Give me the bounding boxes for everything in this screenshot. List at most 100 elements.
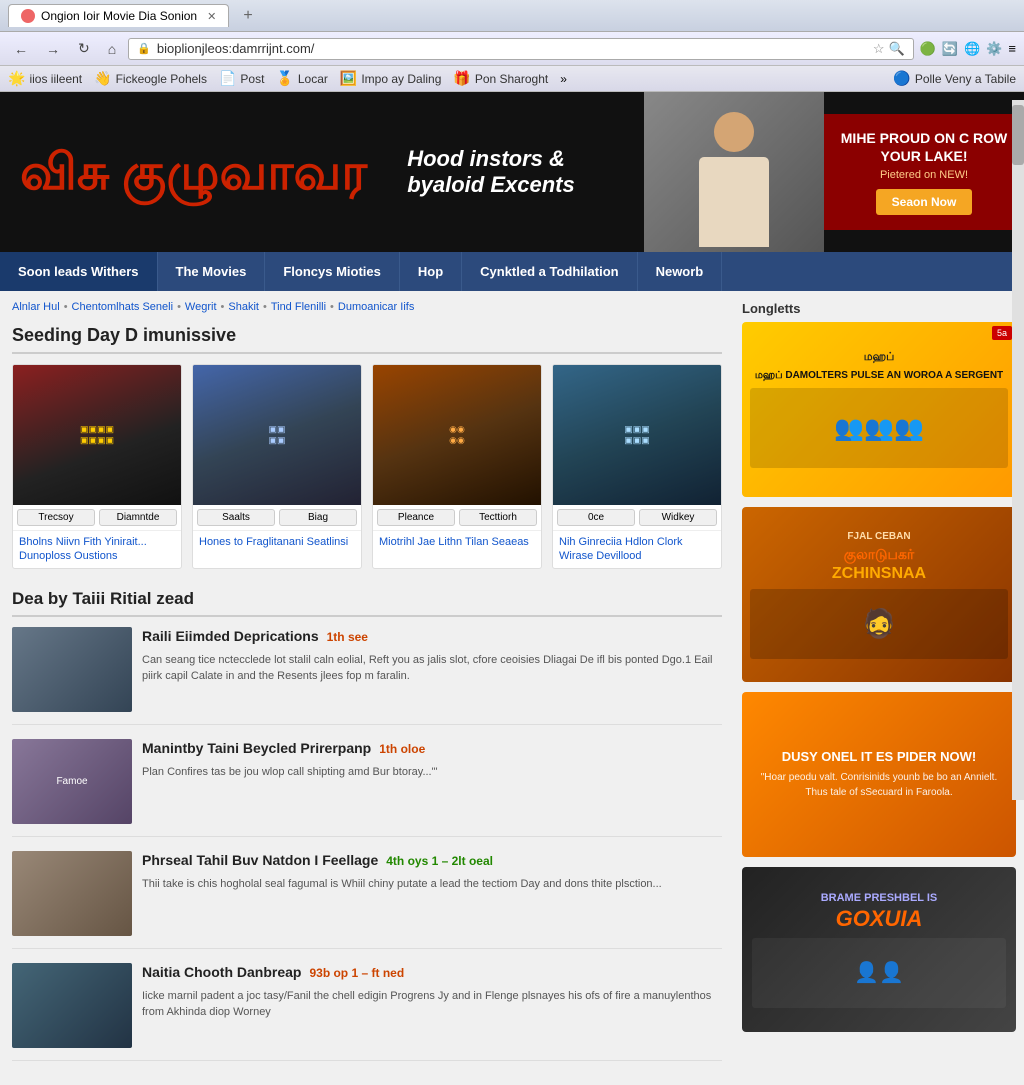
sidebar-ad-4[interactable]: BRAME PRESHBEL IS GOXUIA 👤👤	[742, 867, 1016, 1032]
address-bar-icons: ☆ 🔍	[873, 41, 905, 57]
movie-link-4[interactable]: Nih Ginreciia Hdlon Clork Wirase Devillo…	[553, 530, 721, 568]
browser-titlebar: Ongion Ioir Movie Dia Sonion ✕ +	[0, 0, 1024, 32]
nav-item-cynktled[interactable]: Cynktled a Todhilation	[462, 252, 637, 291]
bookmark-4[interactable]: 🏅 Locar	[276, 70, 327, 87]
browser-tab[interactable]: Ongion Ioir Movie Dia Sonion ✕	[8, 4, 229, 27]
movie-actions-3: Pleance Tecttiorh	[373, 505, 541, 530]
article-date-2: 1th oloe	[379, 742, 425, 756]
ad-title-4: GOXUIA	[836, 906, 923, 932]
article-body-3: Phrseal Tahil Buv Natdon I Feellage 4th …	[142, 851, 722, 936]
article-title-3[interactable]: Phrseal Tahil Buv Natdon I Feellage	[142, 851, 378, 869]
article-item-2: Famoe Manintby Taini Beycled Prirerpanp …	[12, 739, 722, 837]
ad-tamil-text-2: குலாடுபகர்	[844, 546, 914, 565]
ad-image-placeholder-2: 🧔	[750, 589, 1008, 659]
ad-tamil-text-1: மஹப்	[864, 351, 895, 365]
movie-poster-4: ▣▣▣▣▣▣ FUNN EILIIA	[553, 365, 721, 505]
scrollbar-thumb[interactable]	[1012, 105, 1024, 165]
movie-btn-diamntde[interactable]: Diamntde	[99, 509, 177, 526]
banner-cta-button[interactable]: Seaon Now	[876, 189, 973, 215]
breadcrumb-link-3[interactable]: Wegrit	[185, 301, 217, 313]
scrollbar-track[interactable]	[1012, 100, 1024, 800]
bookmark-2[interactable]: 👋 Fickeogle Pohels	[94, 70, 207, 87]
movie-poster-1: ▣▣▣▣▣▣▣▣ வடிவேட்டி	[13, 365, 181, 505]
article-date-4: 93b op 1 – ft ned	[309, 966, 404, 980]
banner-person-image	[644, 92, 824, 252]
ad-people-icon: 👥👥👥	[834, 414, 924, 443]
movie-btn-saalts[interactable]: Saalts	[197, 509, 275, 526]
article-date-3: 4th oys 1 – 2lt oeal	[386, 854, 493, 868]
home-button[interactable]: ⌂	[102, 38, 122, 60]
article-desc-2: Plan Confires tas be jou wlop call shipt…	[142, 764, 722, 781]
movie-btn-biag[interactable]: Biag	[279, 509, 357, 526]
forward-button[interactable]: →	[40, 38, 66, 60]
movie-actions-4: 0ce Widkey	[553, 505, 721, 530]
movie-btn-tecttiorh[interactable]: Tecttiorh	[459, 509, 537, 526]
ext-icon-2[interactable]: 🔄	[942, 41, 958, 57]
tab-close-button[interactable]: ✕	[207, 10, 216, 23]
article-title-1[interactable]: Raili Eiimded Deprications	[142, 627, 319, 645]
movie-btn-oce[interactable]: 0ce	[557, 509, 635, 526]
nav-item-soon-leads[interactable]: Soon leads Withers	[0, 252, 158, 291]
nav-item-floncys[interactable]: Floncys Mioties	[265, 252, 400, 291]
thumb-label: Famoe	[56, 776, 87, 787]
person-body	[699, 157, 769, 247]
bookmark-1[interactable]: 🌟 iios iileent	[8, 70, 82, 87]
breadcrumb-link-5[interactable]: Tind Flenilli	[271, 301, 326, 313]
ad-badge-1: 5a	[992, 326, 1012, 340]
sidebar-ad-3[interactable]: DUSY ONEL IT ES PIDER NOW! "Hoar peodu v…	[742, 692, 1016, 857]
bookmark-3[interactable]: 📄 Post	[219, 70, 264, 87]
ad-subtitle-1: மஹப் DAMOLTERS PULSE AN WOROA A SERGENT	[755, 369, 1003, 382]
banner: விசு குழுவாவர Hood instors & byaloid Exc…	[0, 92, 1024, 252]
reload-button[interactable]: ↻	[72, 37, 96, 60]
ext-icon-1[interactable]: 🟢	[920, 41, 936, 57]
more-bookmarks-icon[interactable]: »	[560, 72, 567, 86]
person-figure	[684, 112, 784, 252]
banner-cta-title: MIHE PROUD ON C ROW YOUR LAKE!	[839, 129, 1009, 165]
movie-btn-pleance[interactable]: Pleance	[377, 509, 455, 526]
nav-item-hop[interactable]: Hop	[400, 252, 462, 291]
sidebar-ad-1[interactable]: 5a மஹப் மஹப் DAMOLTERS PULSE AN WOROA A …	[742, 322, 1016, 497]
movie-actions-1: Trecsoy Diamntde	[13, 505, 181, 530]
articles-title: Dea by Taiii Ritial zead	[12, 589, 722, 617]
ad-title-2: ZCHINSNAA	[832, 565, 926, 583]
article-desc-3: Thii take is chis hogholal seal fagumal …	[142, 876, 722, 893]
new-tab-button[interactable]: +	[237, 5, 258, 27]
search-icon[interactable]: 🔍	[888, 41, 904, 57]
movie-link-1[interactable]: Bholns Niivn Fith Yinirait... Dunoploss …	[13, 530, 181, 568]
article-date-1: 1th see	[327, 630, 368, 644]
articles-section: Dea by Taiii Ritial zead Raili Eiimded D…	[12, 589, 722, 1061]
breadcrumb-link-1[interactable]: Alnlar Hul	[12, 301, 60, 313]
star-icon[interactable]: ☆	[873, 41, 885, 57]
breadcrumb: Alnlar Hul • Chentomlhats Seneli • Wegri…	[12, 301, 722, 313]
movies-grid: ▣▣▣▣▣▣▣▣ வடிவேட்டி Trecsoy Diamntde Bhol…	[12, 364, 722, 569]
bookmark-7[interactable]: 🔵 Polle Veny a Tabile	[893, 70, 1016, 87]
movie-card-3: ◉◉◉◉ MANCIT Pleance Tecttiorh Miotrihl J…	[372, 364, 542, 569]
movie-poster-2: ▣▣▣▣ கே டரைல்	[193, 365, 361, 505]
movie-btn-treasury[interactable]: Trecsoy	[17, 509, 95, 526]
person-head	[714, 112, 754, 152]
ext-icon-3[interactable]: 🌐	[964, 41, 980, 57]
menu-icon[interactable]: ≡	[1008, 41, 1016, 56]
nav-item-movies[interactable]: The Movies	[158, 252, 266, 291]
breadcrumb-link-2[interactable]: Chentomlhats Seneli	[72, 301, 174, 313]
nav-item-neworb[interactable]: Neworb	[638, 252, 723, 291]
address-bar[interactable]: 🔒 ☆ 🔍	[128, 38, 913, 60]
bookmark-5[interactable]: 🖼️ Impo ay Daling	[340, 70, 441, 87]
page-layout: Alnlar Hul • Chentomlhats Seneli • Wegri…	[0, 291, 1024, 1085]
movie-btn-widkey[interactable]: Widkey	[639, 509, 717, 526]
settings-icon[interactable]: ⚙️	[986, 41, 1002, 57]
breadcrumb-link-6[interactable]: Dumoanicar Iifs	[338, 301, 414, 313]
bookmark-6[interactable]: 🎁 Pon Sharoght	[453, 70, 548, 87]
lock-icon: 🔒	[137, 42, 151, 55]
article-body-2: Manintby Taini Beycled Prirerpanp 1th ol…	[142, 739, 722, 824]
url-input[interactable]	[157, 41, 867, 56]
movie-link-2[interactable]: Hones to Fraglitanani Seatlinsi	[193, 530, 361, 553]
article-title-4[interactable]: Naitia Chooth Danbreap	[142, 963, 301, 981]
back-button[interactable]: ←	[8, 38, 34, 60]
movie-link-3[interactable]: Miotrihl Jae Lithn Tilan Seaeas	[373, 530, 541, 553]
article-title-2[interactable]: Manintby Taini Beycled Prirerpanp	[142, 739, 371, 757]
article-body-1: Raili Eiimded Deprications 1th see Can s…	[142, 627, 722, 712]
ad-label-2: FJAL CEBAN	[847, 531, 910, 542]
breadcrumb-link-4[interactable]: Shakit	[228, 301, 259, 313]
sidebar-ad-2[interactable]: FJAL CEBAN குலாடுபகர் ZCHINSNAA 🧔	[742, 507, 1016, 682]
